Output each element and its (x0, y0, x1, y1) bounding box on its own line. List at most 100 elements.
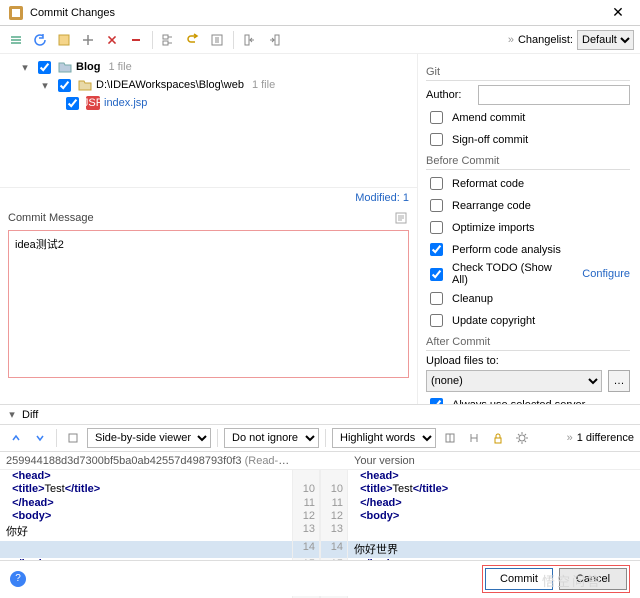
refresh-icon[interactable] (30, 30, 50, 50)
sync-scroll-icon[interactable] (464, 428, 484, 448)
folder-icon (58, 60, 72, 74)
close-icon[interactable]: ✕ (604, 4, 632, 21)
code-line: <body> (348, 510, 640, 523)
folder-icon (78, 78, 92, 92)
code-line-changed: 你好世界 (348, 541, 640, 558)
code-line (348, 523, 640, 540)
optimize-checkbox[interactable]: Optimize imports (426, 218, 535, 237)
caret-down-icon[interactable]: ▾ (20, 61, 30, 74)
toolbar: » Changelist: Default (0, 26, 640, 54)
separator (56, 429, 57, 447)
code-line: <title>Test</title> (0, 483, 292, 496)
signoff-checkbox[interactable]: Sign-off commit (426, 130, 528, 149)
diff-pane-headers: 259944188d3d7300bf5ba0ab42557d498793f0f3… (0, 452, 640, 470)
separator (325, 429, 326, 447)
tree-root[interactable]: ▾ Blog 1 file (6, 58, 413, 76)
todo-checkbox[interactable]: Check TODO (Show All) (426, 262, 567, 286)
tree-file-label: index.jsp (104, 97, 147, 109)
file-count: 1 file (252, 79, 275, 91)
settings-icon[interactable] (512, 428, 532, 448)
jsp-file-icon: JSP (86, 96, 100, 110)
tree-folder-label: D:\IDEAWorkspaces\Blog\web (96, 79, 244, 91)
group-icon[interactable] (159, 30, 179, 50)
lock-icon[interactable] (488, 428, 508, 448)
help-icon[interactable]: ? (10, 571, 26, 587)
cancel-button[interactable]: Cancel (559, 568, 627, 590)
separator (217, 429, 218, 447)
changelist-label: Changelist: (518, 34, 573, 46)
svg-text:JSP: JSP (86, 97, 100, 109)
move-right-icon[interactable] (264, 30, 284, 50)
tree-file[interactable]: JSP index.jsp (6, 94, 413, 112)
separator (233, 31, 234, 49)
diff-section-header: ▾ Diff (0, 404, 640, 425)
edit-icon[interactable] (63, 428, 83, 448)
commit-message-box: idea测试2 (8, 230, 409, 378)
history-icon[interactable] (391, 208, 411, 228)
upload-select[interactable]: (none) (426, 370, 602, 392)
analysis-checkbox[interactable]: Perform code analysis (426, 240, 561, 259)
rearrange-checkbox[interactable]: Rearrange code (426, 196, 531, 215)
diff-label: Diff (22, 409, 38, 421)
separator (152, 31, 153, 49)
diff-count: 1 difference (577, 432, 634, 444)
modified-count: Modified: 1 (0, 188, 417, 206)
tree-checkbox[interactable] (58, 79, 71, 92)
revision-hash: 259944188d3d7300bf5ba0ab42557d498793f0f3… (0, 455, 292, 467)
tree-folder[interactable]: ▾ D:\IDEAWorkspaces\Blog\web 1 file (6, 76, 413, 94)
remove-icon[interactable] (126, 30, 146, 50)
move-left-icon[interactable] (240, 30, 260, 50)
code-line: <head> (0, 470, 292, 483)
expand-all-icon[interactable] (6, 30, 26, 50)
changes-tree: ▾ Blog 1 file ▾ D:\IDEAWorkspaces\Blog\w… (0, 54, 417, 188)
configure-link[interactable]: Configure (582, 268, 630, 280)
code-line: </head> (0, 497, 292, 510)
tree-checkbox[interactable] (38, 61, 51, 74)
code-line: <body> (0, 510, 292, 523)
tree-root-label: Blog (76, 61, 100, 73)
delete-icon[interactable] (102, 30, 122, 50)
author-label: Author: (426, 89, 472, 101)
your-version-label: Your version (348, 455, 640, 467)
commit-message-label: Commit Message (8, 212, 94, 224)
add-icon[interactable] (78, 30, 98, 50)
code-line: <title>Test</title> (348, 483, 640, 496)
changelist-select[interactable]: Default (577, 30, 634, 50)
copyright-checkbox[interactable]: Update copyright (426, 311, 535, 330)
code-line: </head> (348, 497, 640, 510)
revert-icon[interactable] (183, 30, 203, 50)
highlight-select[interactable]: Highlight words (332, 428, 436, 448)
code-line-changed (0, 541, 292, 558)
collapse-icon[interactable] (440, 428, 460, 448)
dialog-footer: ? Commit Cancel (0, 560, 640, 596)
commit-button[interactable]: Commit (485, 568, 553, 590)
cleanup-checkbox[interactable]: Cleanup (426, 289, 493, 308)
caret-down-icon[interactable]: ▾ (6, 408, 18, 421)
overflow-icon[interactable]: » (567, 432, 573, 444)
file-count: 1 file (108, 61, 131, 73)
caret-down-icon[interactable]: ▾ (40, 79, 50, 92)
next-diff-icon[interactable] (30, 428, 50, 448)
code-line: 你好 (0, 523, 292, 540)
title-bar: Commit Changes ✕ (0, 0, 640, 26)
diff-icon[interactable] (207, 30, 227, 50)
upload-more-button[interactable]: … (608, 370, 630, 392)
amend-checkbox[interactable]: Amend commit (426, 108, 525, 127)
prev-diff-icon[interactable] (6, 428, 26, 448)
commit-message-input[interactable]: idea测试2 (13, 234, 404, 374)
new-changelist-icon[interactable] (54, 30, 74, 50)
always-server-checkbox[interactable]: Always use selected server (426, 395, 585, 404)
diff-toolbar: Side-by-side viewer Do not ignore Highli… (0, 425, 640, 452)
window-title: Commit Changes (30, 7, 604, 19)
author-input[interactable] (478, 85, 630, 105)
overflow-icon[interactable]: » (508, 34, 514, 46)
before-commit-header: Before Commit (426, 155, 630, 170)
upload-label: Upload files to: (426, 355, 499, 367)
reformat-checkbox[interactable]: Reformat code (426, 174, 524, 193)
after-commit-header: After Commit (426, 336, 630, 351)
app-icon (8, 5, 24, 21)
tree-checkbox[interactable] (66, 97, 79, 110)
ignore-select[interactable]: Do not ignore (224, 428, 319, 448)
git-section-header: Git (426, 66, 630, 81)
viewer-select[interactable]: Side-by-side viewer (87, 428, 211, 448)
